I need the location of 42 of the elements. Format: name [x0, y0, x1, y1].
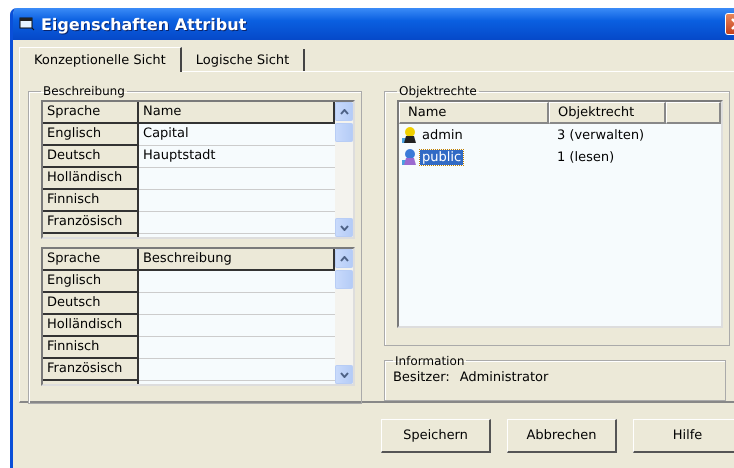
column-header: Name — [139, 102, 335, 124]
table-cell: Deutsch — [43, 146, 139, 168]
dialog-button[interactable]: Abbrechen — [507, 419, 617, 453]
table-cell: Deutsch — [43, 293, 139, 315]
scroll-down-button[interactable] — [335, 365, 353, 384]
column-header: Sprache — [43, 249, 139, 271]
dialog-button[interactable]: Speichern — [381, 419, 491, 453]
column-header[interactable] — [666, 102, 721, 124]
scroll-thumb[interactable] — [335, 270, 353, 289]
column-header: Beschreibung — [139, 249, 335, 271]
column-header[interactable]: Name — [399, 102, 549, 124]
scroll-thumb[interactable] — [335, 123, 353, 142]
scroll-up-button[interactable] — [335, 249, 353, 268]
user-icon — [401, 148, 419, 166]
scroll-up-button[interactable] — [335, 102, 353, 121]
column-header[interactable]: Objektrecht — [549, 102, 666, 124]
user-name[interactable]: public — [420, 150, 464, 164]
scroll-down-button[interactable] — [335, 218, 353, 237]
table-cell: Holländisch — [43, 168, 139, 190]
user-icon — [401, 126, 419, 144]
group-title: Information — [394, 354, 466, 368]
scrollbar[interactable] — [335, 249, 353, 384]
group-title: Objektrechte — [398, 84, 478, 98]
group-title: Beschreibung — [42, 84, 126, 98]
table-cell: Englisch — [43, 124, 139, 146]
window-title: Eigenschaften Attribut — [41, 14, 248, 34]
table-cell: Französisch — [43, 212, 139, 234]
user-name[interactable]: admin — [420, 128, 465, 142]
permission-text: 3 (verwalten) — [556, 128, 646, 142]
scrollbar[interactable] — [335, 102, 353, 237]
table-cell: Finnisch — [43, 337, 139, 359]
column-header: Sprache — [43, 102, 139, 124]
permission-text: 1 (lesen) — [556, 150, 616, 164]
tab[interactable]: Konzeptionelle Sicht — [19, 47, 182, 72]
owner-label: Besitzer: — [393, 370, 450, 385]
table-cell: Holländisch — [43, 315, 139, 337]
owner-value: Administrator — [460, 370, 548, 385]
table-cell: Englisch — [43, 271, 139, 293]
table-cell: Französisch — [43, 359, 139, 381]
dialog-button[interactable]: Hilfe — [633, 419, 734, 453]
window-icon — [19, 17, 35, 31]
table-cell: Finnisch — [43, 190, 139, 212]
